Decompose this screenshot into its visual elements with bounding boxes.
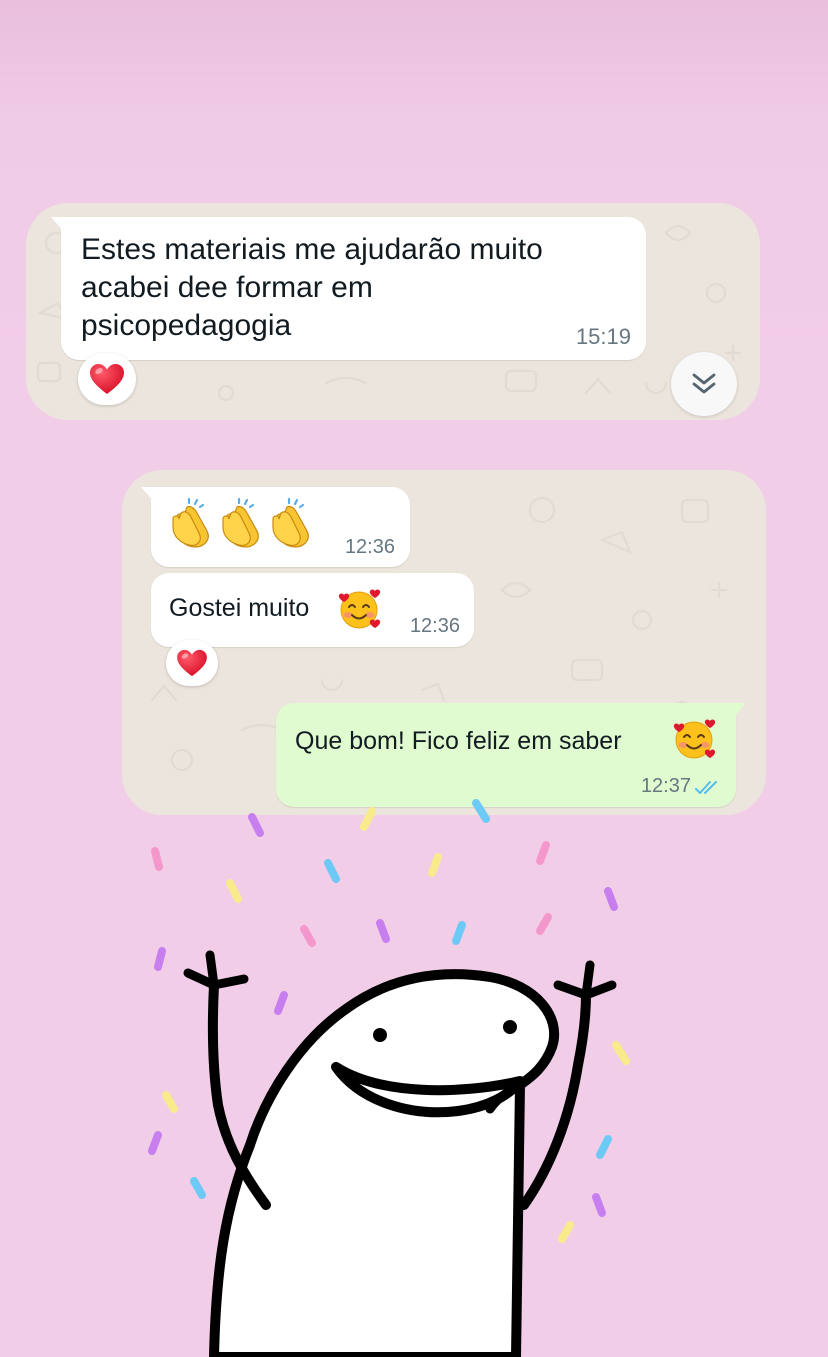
scroll-to-bottom-button[interactable] — [671, 352, 737, 416]
clapping-hands-icon — [172, 497, 209, 548]
clapping-hands-icon — [222, 497, 259, 548]
double-chevron-down-icon — [692, 373, 716, 394]
message-text: Gostei muito — [169, 594, 310, 622]
message-time: 15:19 — [575, 324, 631, 349]
message-time: 12:36 — [344, 536, 395, 558]
double-check-icon — [695, 781, 717, 794]
message-text: Que bom! Fico feliz em saber — [295, 727, 622, 755]
heart-icon — [90, 364, 124, 394]
message-time: 12:36 — [409, 615, 460, 637]
message-emoji — [167, 497, 315, 549]
message-bubble-incoming[interactable]: Estes materiais me ajudarão muito acabei… — [51, 217, 646, 360]
blob-character — [183, 950, 617, 1357]
message-bubble-incoming[interactable]: 12:36 — [141, 487, 410, 567]
smiling-face-with-hearts-icon — [673, 719, 716, 759]
message-reaction[interactable] — [166, 640, 218, 686]
clapping-hands-icon — [272, 497, 309, 548]
bubble-tail — [732, 703, 746, 719]
smiling-face-with-hearts-icon — [338, 589, 381, 629]
heart-icon — [177, 649, 207, 677]
message-reaction[interactable] — [78, 353, 136, 405]
celebrating-blob-sticker — [148, 799, 630, 1357]
message-bubble-incoming[interactable]: Gostei muito 12:36 — [151, 573, 474, 647]
bubble-tail — [141, 487, 155, 503]
message-bubble-outgoing[interactable]: Que bom! Fico feliz em saber 12:37 — [276, 703, 746, 807]
message-text: Estes materiais me ajudarão muito acabei… — [81, 233, 543, 342]
bubble-tail — [51, 217, 65, 233]
